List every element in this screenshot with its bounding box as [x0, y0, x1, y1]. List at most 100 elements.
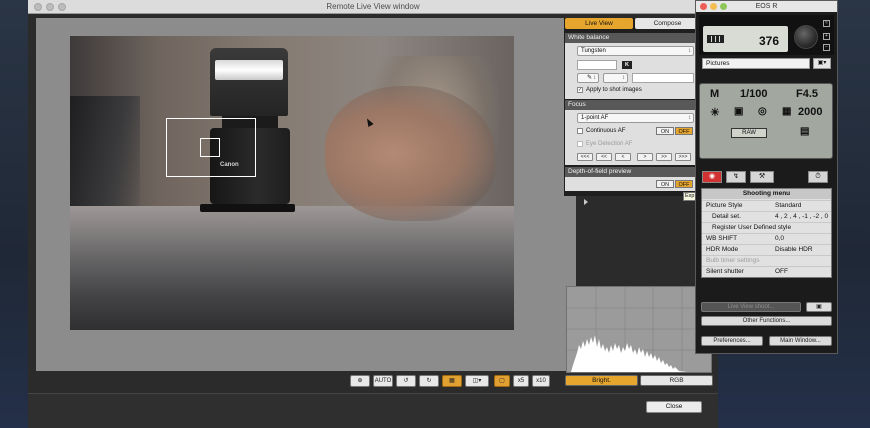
- focus-heading: Focus: [565, 100, 700, 110]
- white-balance-section: Tungsten K ✎ ✓ Apply to shot images: [565, 43, 700, 99]
- menu-row-register-user-style[interactable]: Register User Defined style: [702, 222, 831, 233]
- menu-value: OFF: [775, 268, 788, 275]
- close-button[interactable]: Close: [646, 401, 702, 413]
- dof-off[interactable]: OFF: [675, 180, 693, 188]
- continuous-af-off[interactable]: OFF: [675, 127, 693, 135]
- menu-key: Register User Defined style: [712, 224, 792, 231]
- eos-close-icon[interactable]: [700, 3, 707, 10]
- live-view-image[interactable]: Canon: [70, 36, 514, 330]
- zoom-fit-icon[interactable]: ▢: [494, 375, 510, 387]
- tab-compose[interactable]: Compose: [635, 18, 700, 29]
- battery-icon: [707, 35, 724, 43]
- focus-far-medium-button[interactable]: <<: [596, 153, 612, 161]
- histogram-brightness-button[interactable]: Bright.: [565, 375, 638, 386]
- kelvin-input[interactable]: [577, 60, 617, 70]
- main-window-button[interactable]: Main Window...: [769, 336, 832, 346]
- menu-key: Bulb timer settings: [706, 257, 760, 264]
- crosshair-icon[interactable]: ⊕: [350, 375, 370, 387]
- aspect-icon[interactable]: ◫▾: [465, 375, 489, 387]
- dof-on[interactable]: ON: [656, 180, 674, 188]
- wifi-icon: ≈: [823, 20, 830, 27]
- shots-remaining: 376: [759, 34, 780, 48]
- drive-mode-icon[interactable]: ▤: [800, 126, 809, 137]
- live-view-monitor-icon[interactable]: ▣: [806, 302, 832, 312]
- focus-section: 1-point AF Continuous AF ON OFF Eye Dete…: [565, 110, 700, 165]
- settings-plus-icon[interactable]: +: [823, 33, 830, 40]
- zoom-x5-icon[interactable]: x5: [513, 375, 529, 387]
- wb-shift-select[interactable]: [603, 73, 628, 83]
- focus-near-large-button[interactable]: >>>: [675, 153, 691, 161]
- eos-zoom-icon[interactable]: [720, 3, 727, 10]
- dof-preview-heading: Depth-of-field preview: [565, 167, 700, 177]
- preferences-button[interactable]: Preferences...: [701, 336, 763, 346]
- eyedropper-icon[interactable]: ✎: [577, 73, 599, 83]
- menu-row-hdr-mode[interactable]: HDR Mode Disable HDR: [702, 244, 831, 255]
- menu-key: Silent shutter: [706, 268, 744, 275]
- save-destination-field[interactable]: Pictures: [702, 58, 810, 69]
- dof-preview-section: ON OFF: [565, 177, 700, 191]
- menu-row-silent-shutter[interactable]: Silent shutter OFF: [702, 266, 831, 277]
- shooting-mode[interactable]: M: [710, 88, 719, 100]
- rotate-left-icon[interactable]: ↺: [396, 375, 416, 387]
- zoom-window-icon[interactable]: [58, 3, 66, 11]
- apply-shot-images-label: Apply to shot images: [586, 87, 642, 93]
- af-point-box[interactable]: [200, 138, 220, 157]
- minimize-window-icon[interactable]: [46, 3, 54, 11]
- tab-live-view[interactable]: Live View: [565, 18, 633, 29]
- continuous-af-on[interactable]: ON: [656, 127, 674, 135]
- iso-value[interactable]: 2000: [798, 106, 822, 118]
- main-dial-icon[interactable]: [794, 25, 818, 49]
- settings-minus-icon[interactable]: −: [823, 44, 830, 51]
- wb-extra-field[interactable]: [632, 73, 694, 83]
- focus-far-large-button[interactable]: <<<: [577, 153, 593, 161]
- menu-row-wb-shift[interactable]: WB SHIFT 0,0: [702, 233, 831, 244]
- grid-icon[interactable]: ▦: [442, 375, 462, 387]
- menu-key: Detail set.: [712, 213, 741, 220]
- metering-mode-icon[interactable]: ◎: [758, 106, 767, 117]
- aperture-value[interactable]: F4.5: [796, 88, 818, 100]
- menu-key: Picture Style: [706, 202, 743, 209]
- menu-value: 4 , 2 , 4 , -1 , -2 , 0: [775, 213, 829, 220]
- shutter-speed[interactable]: 1/100: [740, 88, 768, 100]
- eos-minimize-icon[interactable]: [710, 3, 717, 10]
- flash-lens: [215, 60, 283, 80]
- focus-far-small-button[interactable]: <: [615, 153, 631, 161]
- camera-select-icon[interactable]: ▣▾: [813, 58, 831, 69]
- white-balance-heading: White balance: [565, 33, 700, 43]
- close-window-icon[interactable]: [34, 3, 42, 11]
- menu-row-bulb-timer: Bulb timer settings: [702, 255, 831, 266]
- histogram-graph: [567, 287, 711, 372]
- zoom-x10-icon[interactable]: x10: [532, 375, 550, 387]
- white-balance-icon[interactable]: ☀: [710, 106, 720, 119]
- continuous-af-checkbox[interactable]: [577, 128, 583, 134]
- auto-rotate-icon[interactable]: AUTO: [373, 375, 393, 387]
- live-view-shoot-button[interactable]: Live View shoot...: [701, 302, 801, 312]
- menu-value: Disable HDR: [775, 246, 813, 253]
- white-balance-select[interactable]: Tungsten: [577, 46, 694, 56]
- rotate-right-icon[interactable]: ↻: [419, 375, 439, 387]
- timer-tab-icon[interactable]: ⏱: [808, 171, 828, 183]
- focus-nav-buttons: <<< << < > >> >>>: [577, 153, 695, 162]
- menu-row-detail-set[interactable]: Detail set. 4 , 2 , 4 , -1 , -2 , 0: [702, 211, 831, 222]
- eye-detection-label: Eye Detection AF: [586, 141, 633, 147]
- eye-detection-checkbox[interactable]: [577, 141, 583, 147]
- other-functions-button[interactable]: Other Functions...: [701, 316, 832, 326]
- image-quality[interactable]: RAW: [731, 128, 767, 138]
- flash-tab-icon[interactable]: ↯: [726, 171, 746, 183]
- panel-expand-arrow-icon[interactable]: [584, 199, 588, 205]
- remote-live-view-window: Remote Live View window Canon ⊕ AUTO ↺ ↻…: [28, 0, 718, 428]
- picture-style-icon[interactable]: ▣: [734, 106, 743, 117]
- af-mode-select[interactable]: 1-point AF: [577, 113, 694, 123]
- focus-near-small-button[interactable]: >: [637, 153, 653, 161]
- apply-shot-images-checkbox[interactable]: ✓: [577, 87, 583, 93]
- menu-row-picture-style[interactable]: Picture Style Standard: [702, 200, 831, 211]
- live-view-frame: Canon: [36, 18, 576, 371]
- histogram-rgb-button[interactable]: RGB: [640, 375, 713, 386]
- tools-tab-icon[interactable]: ⚒: [750, 171, 774, 183]
- menu-key: HDR Mode: [706, 246, 739, 253]
- shooting-tab-camera-icon[interactable]: ◉: [702, 171, 722, 183]
- photo-blurred-hand: [325, 86, 495, 221]
- photo-table: [70, 206, 514, 330]
- menu-key: WB SHIFT: [706, 235, 738, 242]
- focus-near-medium-button[interactable]: >>: [656, 153, 672, 161]
